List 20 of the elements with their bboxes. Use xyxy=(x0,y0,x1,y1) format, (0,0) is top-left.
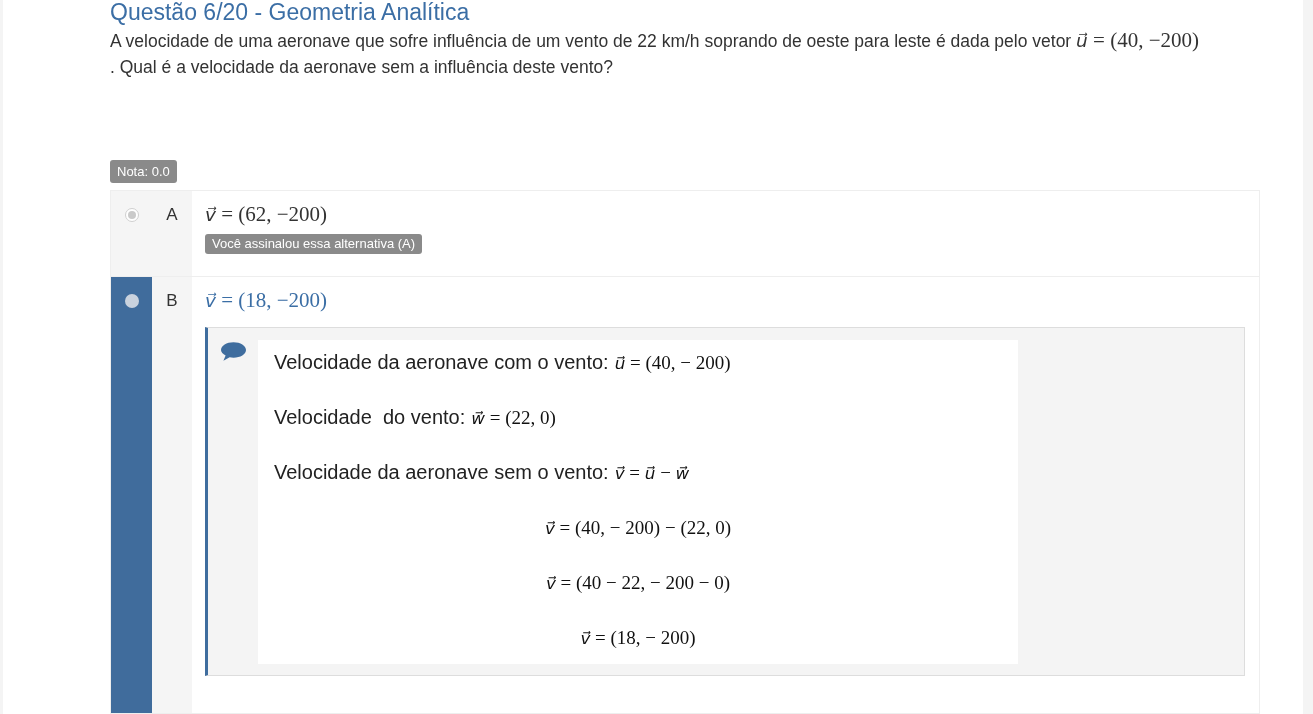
solution-equation: v⃗ = (40, − 200) − (22, 0) xyxy=(544,517,732,538)
solution-equation: v⃗ = (40 − 22, − 200 − 0) xyxy=(545,572,731,593)
grade-badge: Nota: 0.0 xyxy=(110,160,177,183)
question-title: Questão 6/20 - Geometria Analítica xyxy=(110,0,471,24)
option-letter: B xyxy=(166,291,178,310)
solution-label: Velocidade da aeronave sem o vento: xyxy=(274,461,609,483)
option-letter: A xyxy=(166,205,178,224)
radio-button[interactable] xyxy=(124,294,139,308)
chosen-answer-badge: Você assinalou essa alternativa (A) xyxy=(205,234,423,254)
solution-equation: v⃗ = (18, − 200) xyxy=(580,627,696,648)
question-text: A velocidade de uma aeronave que sofre influência de um vento de 22 km/h soprando de oeste para leste é dada pelo vetor u⃗ = (40, −200) . Qual é a velocidade da aeronave sem a influência deste vento? xyxy=(110,27,1200,79)
solution-formula: v⃗ = u⃗ − w⃗ xyxy=(614,462,690,483)
radio-button[interactable] xyxy=(124,208,139,222)
solution-formula: u⃗ = (40, − 200) xyxy=(614,352,731,373)
solution-label: Velocidade do vento: xyxy=(274,406,466,428)
answer-formula: v⃗ = (62, −200) xyxy=(205,202,329,227)
answer-formula: v⃗ = (18, −200) xyxy=(205,288,329,313)
solution-label: Velocidade da aeronave com o vento: xyxy=(274,351,609,373)
speech-bubble-icon xyxy=(221,342,246,361)
solution-formula: w⃗ = (22, 0) xyxy=(471,407,556,428)
